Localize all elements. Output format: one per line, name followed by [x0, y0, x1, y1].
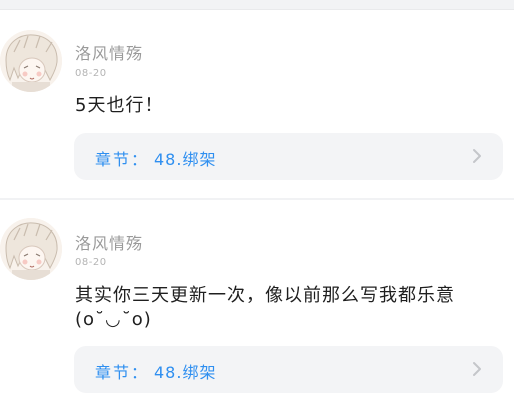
username[interactable]: 洛风情殇: [75, 40, 143, 64]
comment-list: 洛风情殇 08-20 5天也行！ 章节： 48.绑架 洛风情殇 08-20 其实…: [0, 0, 514, 410]
comment-text: 其实你三天更新一次，像以前那么写我都乐意(o˘◡˘o): [75, 285, 455, 330]
chevron-right-icon: [473, 149, 481, 163]
avatar[interactable]: [0, 218, 62, 280]
comment-date: 08-20: [75, 257, 107, 268]
chapter-title: 48.绑架: [154, 363, 217, 382]
comment-text: 5天也行！: [75, 95, 164, 116]
comment-date: 08-20: [75, 68, 107, 79]
chapter-label: 章节：: [95, 363, 150, 382]
chapter-link[interactable]: 章节： 48.绑架: [74, 133, 503, 180]
comment-item: 洛风情殇 08-20 5天也行！ 章节： 48.绑架: [0, 10, 514, 198]
comment-item: 洛风情殇 08-20 其实你三天更新一次，像以前那么写我都乐意(o˘◡˘o) 章…: [0, 200, 514, 410]
chevron-right-icon: [473, 362, 481, 376]
username[interactable]: 洛风情殇: [75, 230, 143, 254]
chapter-title: 48.绑架: [154, 150, 217, 169]
chapter-link[interactable]: 章节： 48.绑架: [74, 346, 503, 393]
avatar[interactable]: [0, 30, 62, 92]
chapter-label: 章节：: [95, 150, 150, 169]
top-divider: [0, 0, 514, 10]
